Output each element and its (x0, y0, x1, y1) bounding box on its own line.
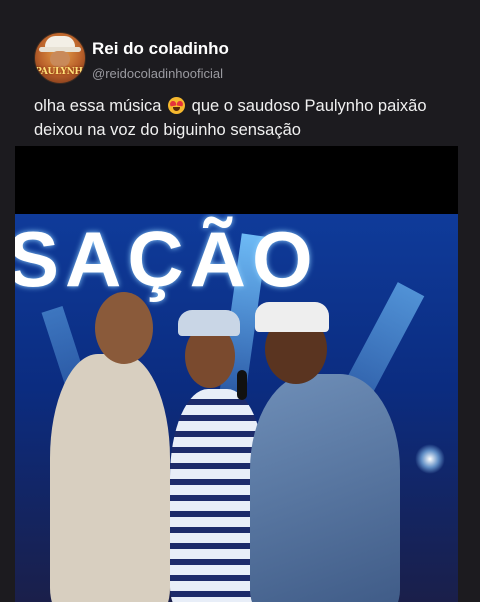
microphone (237, 370, 247, 400)
face-shape (50, 51, 70, 67)
avatar-logo-text: PAULYNHO (35, 67, 86, 77)
stage-spotlight (415, 444, 445, 474)
performer-left-head (95, 292, 153, 364)
caption-text-1: olha essa música (34, 97, 162, 115)
avatar[interactable]: PAULYNHO (34, 32, 86, 84)
performer-left (50, 354, 170, 602)
led-screen-text: SAÇÃO (15, 215, 319, 303)
video-player[interactable]: SAÇÃO (15, 146, 458, 602)
performer-right-cap (255, 302, 329, 332)
display-name[interactable]: Rei do coladinho (92, 39, 229, 59)
post-caption: olha essa música que o saudoso Paulynho … (34, 94, 454, 142)
username-handle[interactable]: @reidocoladinhooficial (92, 66, 223, 81)
performer-right-denim-jacket (250, 374, 400, 602)
heart-eyes-emoji-icon (168, 97, 186, 114)
post-header: PAULYNHO Rei do coladinho @reidocoladinh… (34, 30, 460, 90)
performer-center-cap (178, 310, 240, 336)
video-frame: SAÇÃO (15, 214, 458, 602)
